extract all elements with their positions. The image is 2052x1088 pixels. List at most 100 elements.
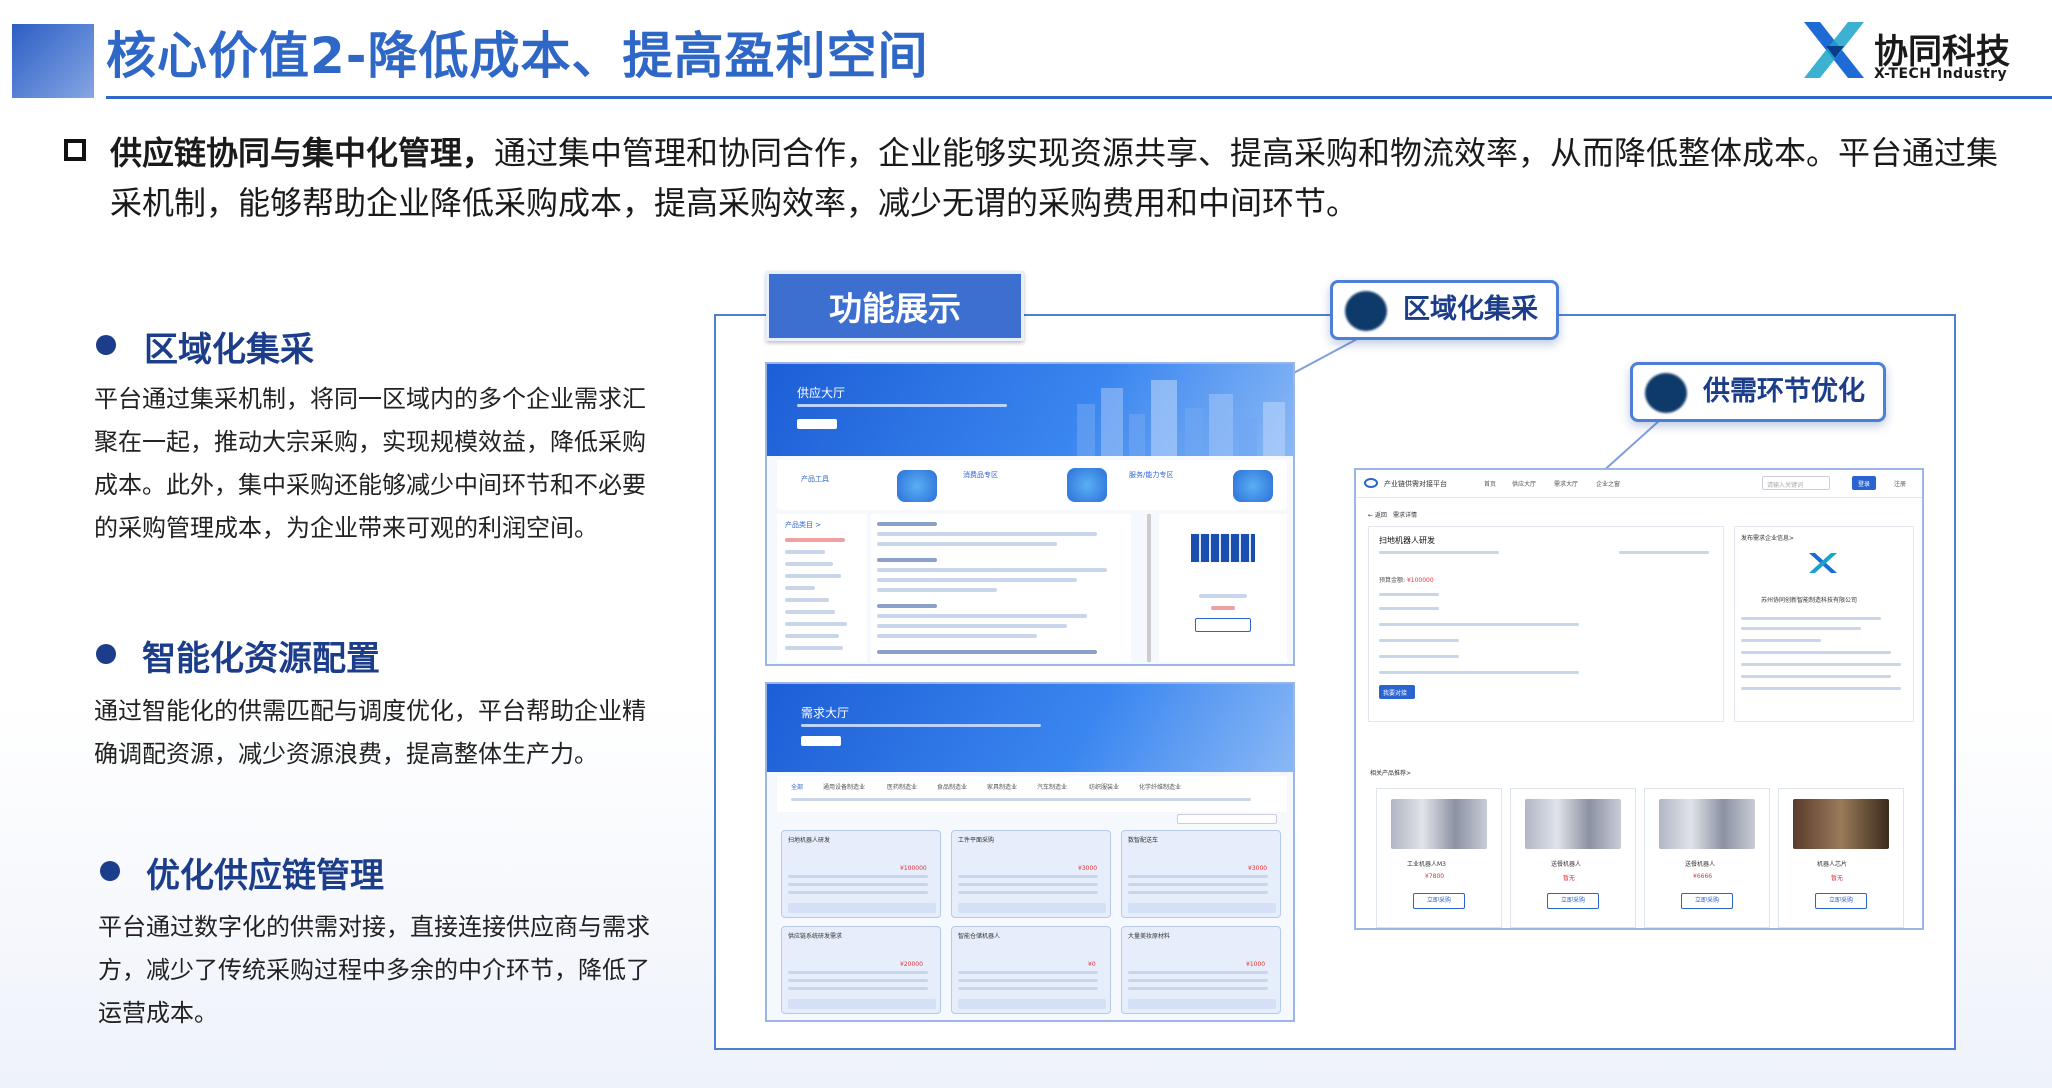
demand-card[interactable]: 扫地机器人研发 ¥100000 (781, 830, 941, 918)
callout-supply-demand: 供需环节优化 (1630, 362, 1886, 422)
list-heading (877, 604, 937, 608)
card-line (958, 883, 1098, 886)
sidebar-item[interactable] (785, 646, 843, 650)
login-label: 登录 (1858, 481, 1871, 488)
category-label[interactable]: 服务/能力专区 (1129, 470, 1173, 480)
tab-industry[interactable]: 汽车制造业 (1037, 782, 1067, 791)
card-line (788, 891, 928, 894)
tab-row-2 (791, 798, 1251, 801)
sidebar-item[interactable] (785, 622, 847, 626)
tab-industry[interactable]: 通用设备制造业 (823, 782, 865, 791)
category-strip: 产品工具 消费品专区 服务/能力专区 (777, 460, 1287, 510)
demand-title: 扫地机器人研发 (1379, 536, 1435, 545)
demand-card-title: 大量美妆原材料 (1128, 933, 1171, 940)
product-price: 暂无 (1563, 875, 1576, 882)
category-label[interactable]: 消费品专区 (963, 470, 998, 480)
nav-item[interactable]: 需求大厅 (1554, 479, 1578, 488)
section-body: 平台通过集采机制，将同一区域内的多个企业需求汇聚在一起，推动大宗采购，实现规模效… (94, 385, 646, 542)
product-tools-icon (897, 470, 937, 502)
product-image (1391, 799, 1487, 849)
tab-industry[interactable]: 食品制造业 (937, 782, 967, 791)
demand-card[interactable]: 工件平面采购 ¥3000 (951, 830, 1111, 918)
sidebar-item[interactable] (785, 538, 845, 542)
demand-card-price: ¥0 (1088, 961, 1096, 968)
list-line (877, 542, 1057, 546)
tab-industry[interactable]: 纺织服装业 (1089, 782, 1119, 791)
demand-publish-button[interactable] (801, 736, 841, 746)
contact-button[interactable]: 我要对接 (1379, 685, 1415, 699)
demand-card[interactable]: 大量美妆原材料 ¥1000 (1121, 926, 1281, 1014)
buy-button[interactable]: 立即采购 (1413, 893, 1465, 909)
detail-search-input[interactable]: 请输入关键词 (1762, 476, 1830, 490)
demand-card[interactable]: 智能仓储机器人 ¥0 (951, 926, 1111, 1014)
login-button[interactable]: 登录 (1852, 476, 1876, 490)
product-card[interactable]: 送餐机器人 暂无 立即采购 (1510, 788, 1636, 928)
sidebar-item[interactable] (785, 586, 815, 590)
product-name: 送餐机器人 (1685, 861, 1716, 868)
demand-card[interactable]: 供应链系统研发需求 ¥20000 (781, 926, 941, 1014)
product-card[interactable]: 工业机器人M3 ¥7800 立即采购 (1376, 788, 1502, 928)
card-contact-button[interactable] (788, 903, 936, 913)
demand-card[interactable]: 数智配送车 ¥3000 (1121, 830, 1281, 918)
nav-item[interactable]: 首页 (1484, 479, 1496, 488)
category-list (871, 514, 1131, 662)
demand-card-title: 供应链系统研发需求 (788, 933, 843, 940)
card-line (788, 971, 928, 974)
demand-card-price: ¥3000 (1078, 865, 1098, 872)
supply-publish-button[interactable] (797, 419, 837, 429)
sidebar-item[interactable] (785, 634, 839, 638)
nav-item[interactable]: 供应大厅 (1512, 479, 1536, 488)
demand-card-price: ¥3000 (1248, 865, 1268, 872)
section-bullet-icon (96, 335, 116, 355)
card-line (788, 883, 928, 886)
buy-button[interactable]: 立即采购 (1547, 893, 1599, 909)
card-contact-button[interactable] (958, 999, 1106, 1009)
demand-search-input[interactable] (1177, 814, 1277, 824)
register-link[interactable]: 注册 (1894, 479, 1906, 488)
detail-line (1379, 623, 1579, 626)
product-card[interactable]: 送餐机器人 ¥6666 立即采购 (1644, 788, 1770, 928)
company-line (1741, 687, 1901, 690)
nav-item[interactable]: 企业之窗 (1596, 479, 1620, 488)
buy-button[interactable]: 立即采购 (1815, 893, 1867, 909)
tab-all[interactable]: 全部 (791, 782, 803, 791)
x-tech-logo-icon (1804, 22, 1864, 78)
sidebar-item[interactable] (785, 550, 825, 554)
card-contact-button[interactable] (788, 999, 936, 1009)
card-contact-button[interactable] (958, 903, 1106, 913)
scrollbar[interactable] (1147, 514, 1151, 662)
demand-card-title: 数智配送车 (1128, 837, 1159, 844)
product-view-button[interactable] (1195, 618, 1251, 632)
sidebar-item[interactable] (785, 598, 829, 602)
banner-subtitle-line (801, 724, 1041, 727)
card-line (958, 987, 1098, 990)
card-contact-button[interactable] (1128, 903, 1276, 913)
detail-line (1379, 655, 1459, 658)
callout-regional-procurement: 区域化集采 (1330, 280, 1559, 340)
section-bullet-icon (96, 644, 116, 664)
demand-detail-screenshot: 产业链供需对接平台 首页 供应大厅 需求大厅 企业之窗 请输入关键词 登录 注册… (1354, 468, 1924, 930)
card-line (1128, 883, 1268, 886)
section-title: 智能化资源配置 (142, 639, 380, 679)
sidebar-item[interactable] (785, 562, 833, 566)
product-card[interactable]: 机器人芯片 暂无 立即采购 (1778, 788, 1904, 928)
callout-dot-icon (1645, 373, 1687, 413)
tab-industry[interactable]: 化学纤维制造业 (1139, 782, 1181, 791)
sidebar-item[interactable] (785, 610, 835, 614)
list-line (877, 532, 1097, 536)
supply-banner: 供应大厅 (767, 364, 1293, 456)
sidebar-item[interactable] (785, 574, 841, 578)
card-contact-button[interactable] (1128, 999, 1276, 1009)
callout-label: 供需环节优化 (1703, 376, 1865, 407)
featured-product-card[interactable] (1159, 514, 1287, 662)
company-line (1741, 651, 1891, 654)
buy-button[interactable]: 立即采购 (1681, 893, 1733, 909)
company-logo-icon (1809, 553, 1837, 573)
demand-card-title: 智能仓储机器人 (958, 933, 1001, 940)
category-label[interactable]: 产品工具 (801, 474, 829, 484)
product-image (1191, 534, 1255, 562)
tab-industry[interactable]: 家具制造业 (987, 782, 1017, 791)
tab-industry[interactable]: 医药制造业 (887, 782, 917, 791)
demand-banner: 需求大厅 (767, 684, 1293, 772)
section-body: 通过智能化的供需匹配与调度优化，平台帮助企业精确调配资源，减少资源浪费，提高整体… (94, 697, 646, 768)
